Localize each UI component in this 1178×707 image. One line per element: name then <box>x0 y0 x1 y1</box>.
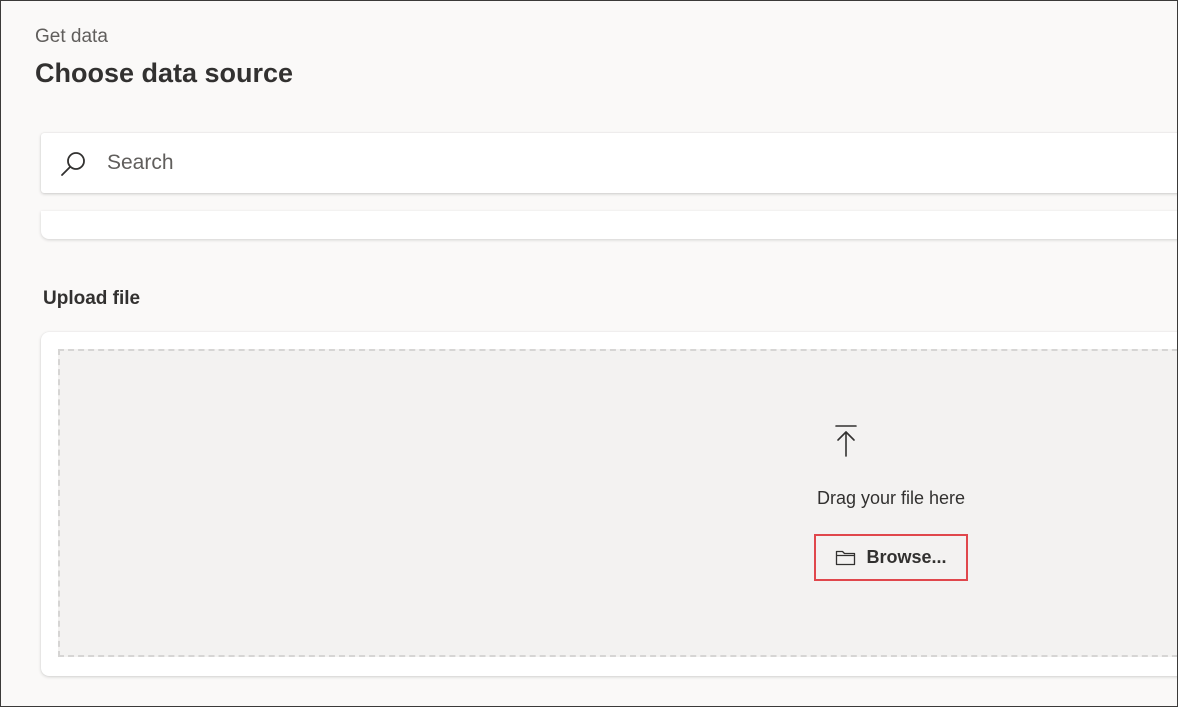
collapsed-card-bottom <box>41 211 1177 239</box>
drag-file-text: Drag your file here <box>816 488 966 508</box>
search-box[interactable] <box>41 133 1177 193</box>
page-title: Choose data source <box>35 58 294 88</box>
search-icon <box>61 152 85 176</box>
upload-arrow-icon <box>835 425 857 457</box>
dialog-window: Get data Choose data source Upload file … <box>0 0 1178 707</box>
browse-label: Browse... <box>866 547 947 567</box>
search-input[interactable] <box>107 147 707 179</box>
breadcrumb[interactable]: Get data <box>35 25 108 49</box>
browse-button[interactable]: Browse... <box>814 534 968 581</box>
upload-section-title: Upload file <box>43 288 141 309</box>
folder-icon <box>836 550 856 566</box>
